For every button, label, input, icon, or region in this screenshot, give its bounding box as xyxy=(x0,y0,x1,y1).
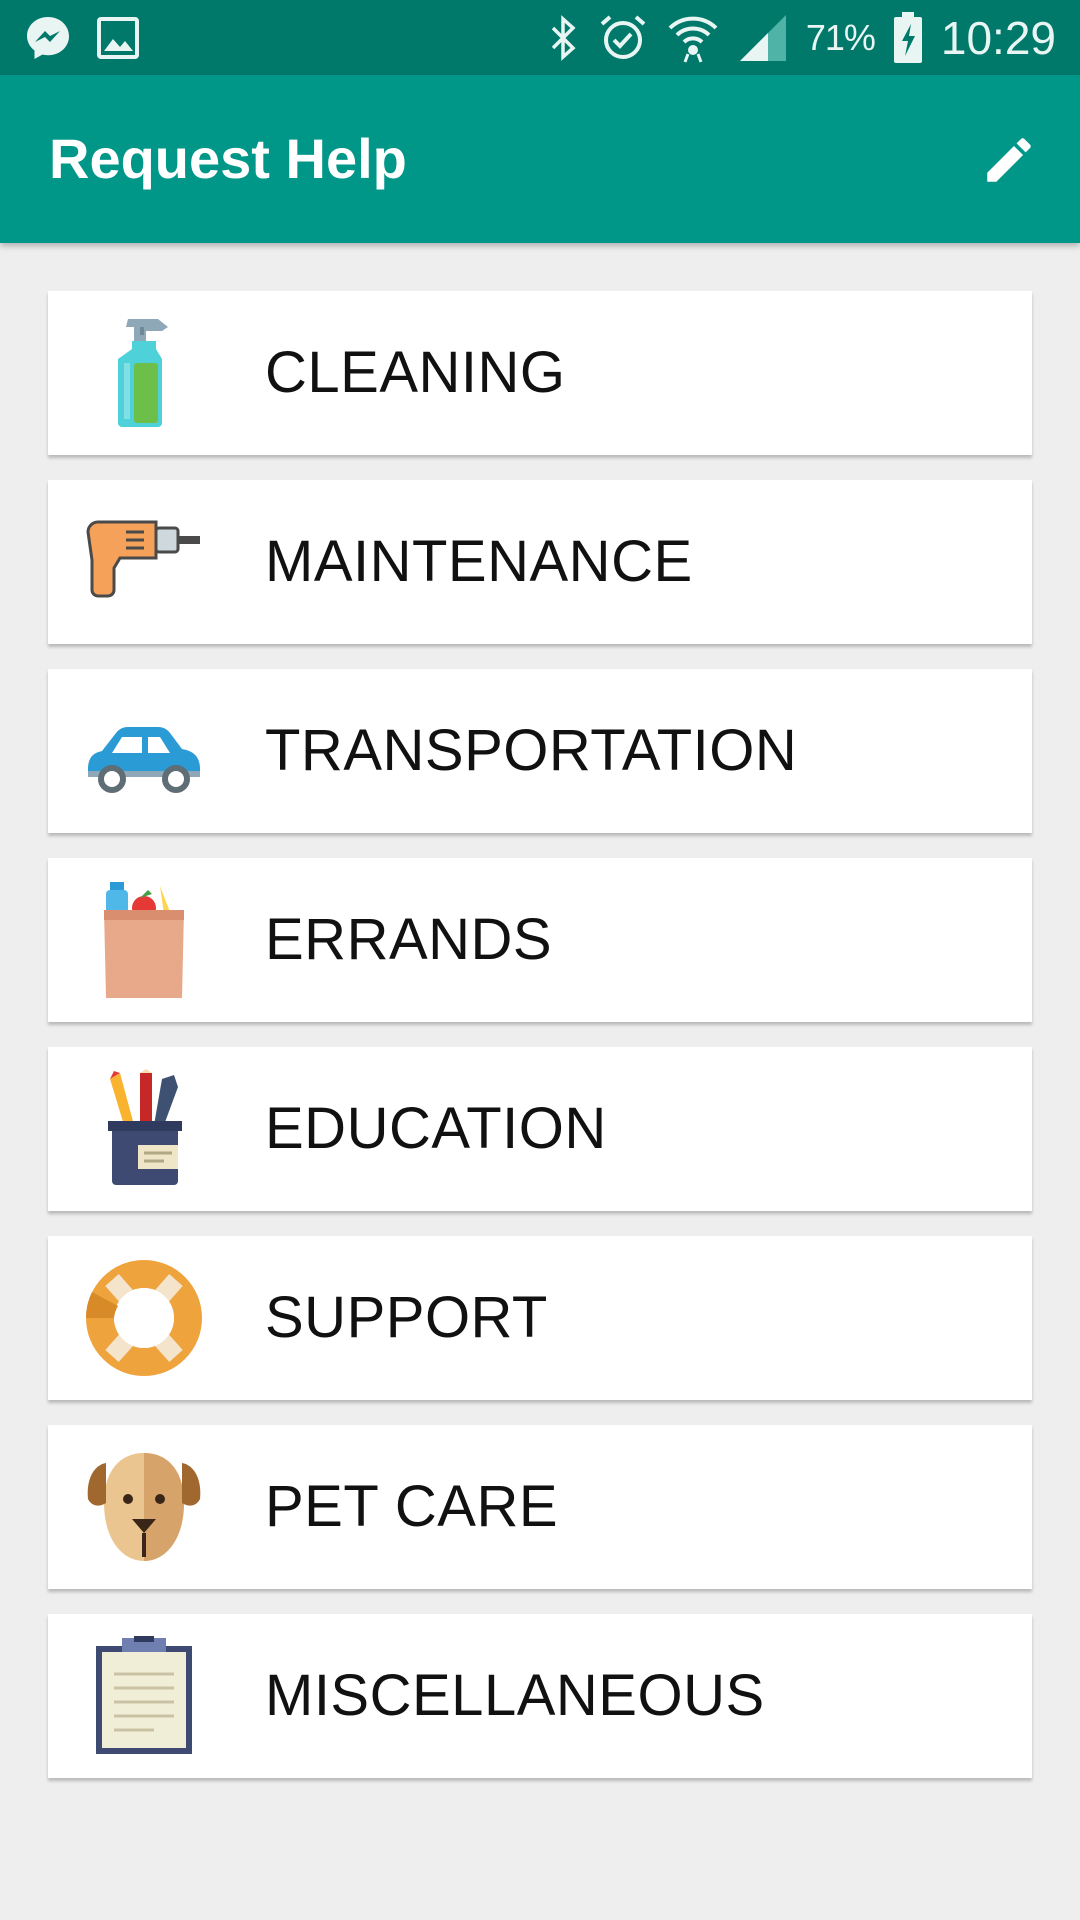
wifi-icon xyxy=(668,16,718,63)
category-errands[interactable]: ERRANDS xyxy=(48,858,1032,1022)
drill-icon xyxy=(84,502,204,622)
car-icon xyxy=(84,691,204,811)
category-maintenance[interactable]: MAINTENANCE xyxy=(48,480,1032,644)
signal-icon xyxy=(739,14,786,61)
edit-button[interactable] xyxy=(974,125,1044,195)
category-miscellaneous[interactable]: MISCELLANEOUS xyxy=(48,1614,1032,1778)
status-bar: 71% 10:29 xyxy=(0,0,1080,75)
category-transportation[interactable]: TRANSPORTATION xyxy=(48,669,1032,833)
bluetooth-icon xyxy=(551,14,576,61)
dog-icon xyxy=(84,1447,204,1567)
category-support[interactable]: SUPPORT xyxy=(48,1236,1032,1400)
category-label: TRANSPORTATION xyxy=(265,718,798,783)
category-label: SUPPORT xyxy=(265,1285,548,1350)
lifebuoy-icon xyxy=(84,1258,204,1378)
grocery-bag-icon xyxy=(84,880,204,1000)
page-title: Request Help xyxy=(49,127,407,190)
category-cleaning[interactable]: CLEANING xyxy=(48,291,1032,455)
spray-bottle-icon xyxy=(84,313,204,433)
battery-charging-icon xyxy=(893,11,922,63)
messenger-icon xyxy=(27,17,69,59)
pencil-cup-icon xyxy=(84,1069,204,1189)
battery-percentage: 71% xyxy=(805,16,876,58)
category-label: ERRANDS xyxy=(265,907,553,972)
category-label: MISCELLANEOUS xyxy=(265,1663,765,1728)
category-label: EDUCATION xyxy=(265,1096,607,1161)
app-bar: Request Help xyxy=(0,75,1080,243)
gallery-icon xyxy=(97,17,139,59)
clock: 10:29 xyxy=(940,11,1056,64)
category-education[interactable]: EDUCATION xyxy=(48,1047,1032,1211)
category-list: CLEANING MAINTENANCE TRANSPORTATION ERRA… xyxy=(48,291,1032,1803)
alarm-icon xyxy=(600,14,646,59)
category-pet-care[interactable]: PET CARE xyxy=(48,1425,1032,1589)
clipboard-icon xyxy=(84,1636,204,1756)
category-label: CLEANING xyxy=(265,340,566,405)
category-label: PET CARE xyxy=(265,1474,559,1539)
category-label: MAINTENANCE xyxy=(265,529,693,594)
edit-icon xyxy=(987,138,1031,182)
